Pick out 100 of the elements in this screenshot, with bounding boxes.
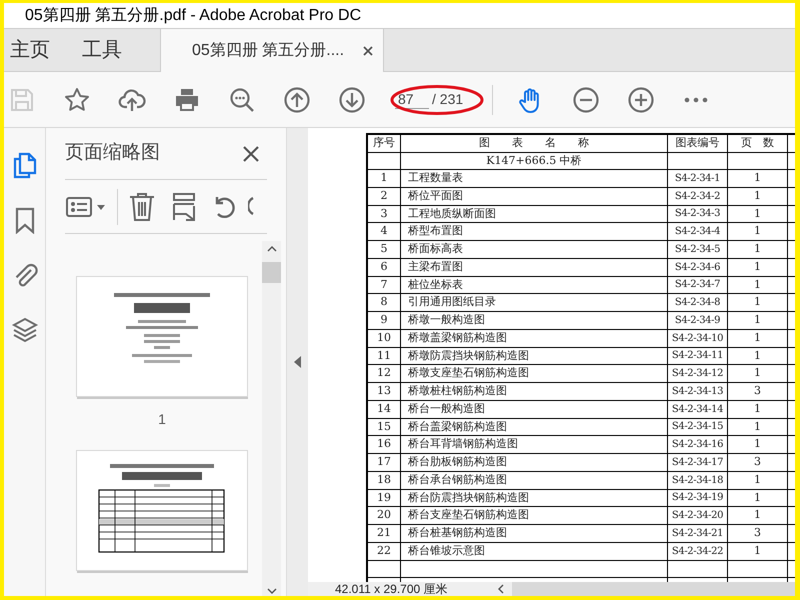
table-cell: 序号	[368, 135, 401, 152]
table-cell: 18	[368, 472, 401, 488]
table-cell: 1	[728, 223, 788, 240]
page-size-label: 42.011 x 29.700 厘米	[335, 583, 448, 595]
table-cell: 1	[368, 170, 401, 187]
page-number-field[interactable]: 87	[395, 90, 429, 109]
page-count: / 231	[432, 90, 464, 109]
table-cell: 桥墩防震挡块钢筋构造图	[401, 348, 668, 364]
table-cell: 12	[368, 365, 401, 382]
table-cell: S4-2-34-3	[668, 206, 728, 222]
table-cell: S4-2-34-11	[668, 348, 728, 364]
table-cell: 1	[728, 436, 788, 453]
table-cell: 桥墩一般构造图	[401, 312, 668, 329]
table-cell: 6	[368, 258, 401, 276]
table-cell: 1	[728, 400, 788, 418]
table-cell: 图表编号	[668, 135, 728, 152]
table-cell: 1	[728, 330, 788, 346]
table-cell: 桥台一般构造图	[401, 400, 668, 418]
table-cell: 1	[728, 348, 788, 364]
scrollbar-thumb[interactable]	[262, 262, 281, 283]
table-cell: 2	[368, 188, 401, 204]
page-thumbnail[interactable]	[76, 276, 248, 399]
table-cell: 引用通用图纸目录	[401, 294, 668, 311]
scroll-down-icon[interactable]	[266, 588, 276, 594]
table-cell: S4-2-34-18	[668, 472, 728, 488]
scroll-up-icon[interactable]	[266, 246, 276, 252]
table-cell: S4-2-34-16	[668, 436, 728, 453]
table-cell: 17	[368, 454, 401, 471]
table-cell: S4-2-34-9	[668, 312, 728, 329]
table-cell: S4-2-34-13	[668, 383, 728, 400]
table-cell: 1	[728, 258, 788, 276]
trash-icon[interactable]	[128, 192, 156, 222]
table-cell: 7	[368, 276, 401, 294]
table-cell: 桥台锥坡示意图	[401, 542, 668, 560]
table-cell: 桥台防震挡块钢筋构造图	[401, 490, 668, 506]
table-cell: S4-2-34-10	[668, 330, 728, 346]
table-cell: 1	[728, 241, 788, 258]
close-icon[interactable]	[243, 146, 259, 162]
table-cell: S4-2-34-1	[668, 170, 728, 187]
table-cell: 桥台盖梁钢筋构造图	[401, 418, 668, 436]
nav-tab[interactable]: 主页	[6, 29, 54, 71]
table-cell: 4	[368, 223, 401, 240]
table-cell: 桥墩桩柱钢筋构造图	[401, 383, 668, 400]
page-extract-icon[interactable]	[172, 192, 196, 222]
table-cell: 14	[368, 400, 401, 418]
table-cell: 桥台承台钢筋构造图	[401, 472, 668, 488]
table-cell: 1	[728, 472, 788, 488]
table-cell: 13	[368, 383, 401, 400]
table-cell: S4-2-34-21	[668, 525, 728, 542]
table-cell: 1	[728, 312, 788, 329]
table-cell: 1	[728, 418, 788, 436]
panel-title: 页面缩略图	[65, 141, 160, 166]
table-cell: 21	[368, 525, 401, 542]
table-cell: 10	[368, 330, 401, 346]
table-cell: 20	[368, 507, 401, 524]
page-thumbnail[interactable]	[76, 450, 248, 573]
scroll-left-icon[interactable]	[498, 584, 504, 594]
table-cell: 1	[728, 490, 788, 506]
table-cell: S4-2-34-7	[668, 276, 728, 294]
table-cell: 3	[728, 383, 788, 400]
table-cell: 图 表 名 称	[401, 135, 668, 152]
table-cell: 工程数量表	[401, 170, 668, 187]
table-cell: 桥台耳背墙钢筋构造图	[401, 436, 668, 453]
table-cell: 9	[368, 312, 401, 329]
options-icon[interactable]	[65, 194, 107, 218]
close-icon[interactable]	[363, 46, 373, 56]
table-cell: 1	[728, 170, 788, 187]
table-cell: S4-2-34-14	[668, 400, 728, 418]
table-cell: 桥台桩基钢筋构造图	[401, 525, 668, 542]
table-cell: 15	[368, 418, 401, 436]
table-cell: 1	[728, 294, 788, 311]
table-cell: 1	[728, 507, 788, 524]
table-cell: 3	[728, 454, 788, 471]
table-cell: 主梁布置图	[401, 258, 668, 276]
table-cell: 桥墩盖梁钢筋构造图	[401, 330, 668, 346]
table-cell: S4-2-34-20	[668, 507, 728, 524]
table-cell: S4-2-34-5	[668, 241, 728, 258]
table-cell: 1	[728, 206, 788, 222]
scrollbar[interactable]	[262, 241, 281, 596]
table-cell: S4-2-34-22	[668, 542, 728, 560]
table-cell: 桥型布置图	[401, 223, 668, 240]
table-cell: K147+666.5 中桥	[401, 153, 668, 169]
table-cell: 1	[728, 542, 788, 560]
table-cell: 桥台肋板钢筋构造图	[401, 454, 668, 471]
table-cell: S4-2-34-15	[668, 418, 728, 436]
table-cell: 桥台支座垫石钢筋构造图	[401, 507, 668, 524]
table-cell: 1	[728, 365, 788, 382]
collapse-arrow-icon[interactable]	[294, 356, 302, 368]
table-cell: 3	[368, 206, 401, 222]
horizontal-scrollbar[interactable]	[512, 582, 795, 596]
table-cell: 1	[728, 188, 788, 204]
table-cell: S4-2-34-12	[668, 365, 728, 382]
nav-tab[interactable]: 工具	[78, 29, 126, 71]
table-cell: 19	[368, 490, 401, 506]
table-cell: 桥墩支座垫石钢筋构造图	[401, 365, 668, 382]
table-cell: 桩位坐标表	[401, 276, 668, 294]
table-cell: S4-2-34-2	[668, 188, 728, 204]
table-cell: 页 数	[728, 135, 788, 152]
table-cell: 桥位平面图	[401, 188, 668, 204]
table-cell: 桥面标高表	[401, 241, 668, 258]
